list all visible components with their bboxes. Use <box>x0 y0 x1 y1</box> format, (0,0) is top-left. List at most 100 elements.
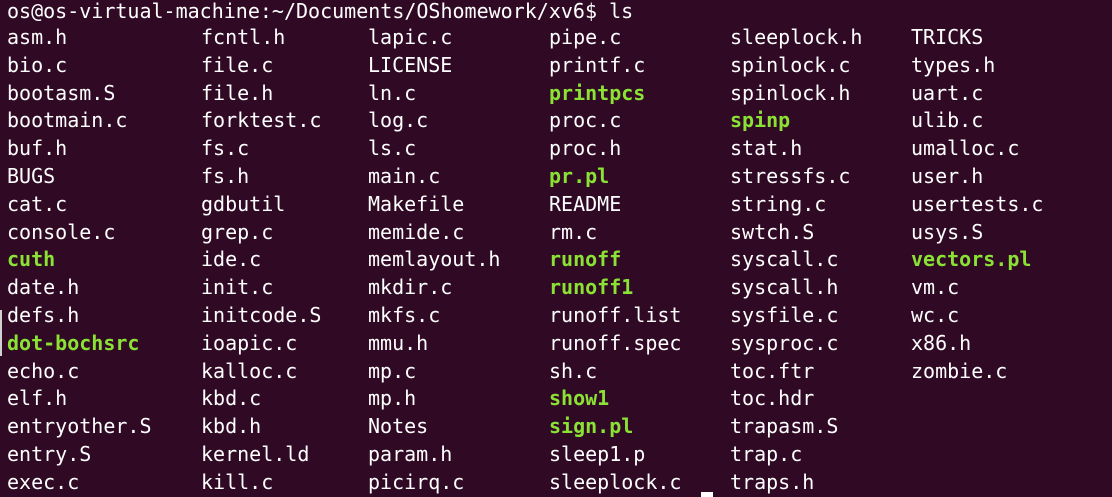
file-entry: Makefile <box>368 191 465 216</box>
file-entry: types.h <box>911 52 996 77</box>
file-entry: gdbutil <box>201 191 286 216</box>
file-entry: date.h <box>7 275 80 300</box>
file-entry: mkdir.c <box>368 275 453 300</box>
file-entry: ulib.c <box>911 108 984 133</box>
file-entry: runoff.list <box>549 302 682 327</box>
scroll-edge-marker <box>0 310 2 356</box>
file-entry: log.c <box>368 108 429 133</box>
ls-output: asm.h bio.c bootasm.S bootmain.c buf.h BUGS ca… <box>7 24 1091 497</box>
executable-file-entry: show1 <box>549 386 610 411</box>
file-entry: kalloc.c <box>201 358 298 383</box>
file-entry: file.h <box>201 80 274 105</box>
file-entry: echo.c <box>7 358 80 383</box>
file-entry: ide.c <box>201 247 262 272</box>
file-entry: fs.c <box>201 136 250 161</box>
file-entry: memide.c <box>368 219 465 244</box>
file-entry: entry.S <box>7 441 92 466</box>
file-entry: bootmain.c <box>7 108 128 133</box>
file-entry: mp.c <box>368 358 417 383</box>
typed-command: ls <box>609 0 634 23</box>
executable-file-entry: dot-bochsrc <box>7 330 140 355</box>
executable-file-entry: runoff1 <box>549 275 634 300</box>
file-entry: sh.c <box>549 358 598 383</box>
file-entry: buf.h <box>7 136 68 161</box>
file-entry: zombie.c <box>911 358 1008 383</box>
file-entry: kernel.ld <box>201 441 310 466</box>
file-entry: console.c <box>7 219 116 244</box>
file-entry: grep.c <box>201 219 274 244</box>
file-entry: vm.c <box>911 275 960 300</box>
file-entry: bootasm.S <box>7 80 116 105</box>
executable-file-entry: spinp <box>730 108 791 133</box>
executable-file-entry: printpcs <box>549 80 646 105</box>
file-entry: LICENSE <box>368 52 453 77</box>
file-entry: swtch.S <box>730 219 815 244</box>
file-entry: mp.h <box>368 386 417 411</box>
file-entry: main.c <box>368 163 441 188</box>
file-entry: x86.h <box>911 330 972 355</box>
file-entry: usertests.c <box>911 191 1044 216</box>
file-entry: fcntl.h <box>201 25 286 49</box>
file-entry: rm.c <box>549 219 598 244</box>
file-entry: kbd.h <box>201 414 262 439</box>
file-entry: elf.h <box>7 386 68 411</box>
file-entry: spinlock.h <box>730 80 851 105</box>
file-entry: printf.c <box>549 52 646 77</box>
executable-file-entry: sign.pl <box>549 414 634 439</box>
file-entry: sleep1.p <box>549 441 646 466</box>
file-entry: toc.hdr <box>730 386 815 411</box>
file-entry: trapasm.S <box>730 414 839 439</box>
file-entry: cat.c <box>7 191 68 216</box>
file-entry: bio.c <box>7 52 68 77</box>
executable-file-entry: cuth <box>7 247 56 272</box>
file-entry: pipe.c <box>549 25 622 49</box>
executable-file-entry: vectors.pl <box>911 247 1032 272</box>
text-cursor <box>701 492 713 497</box>
file-entry: asm.h <box>7 25 68 49</box>
file-entry: TRICKS <box>911 25 984 49</box>
file-entry: stat.h <box>730 136 803 161</box>
file-entry: proc.c <box>549 108 622 133</box>
file-entry: proc.h <box>549 136 622 161</box>
file-entry: exec.c <box>7 469 80 494</box>
file-entry: syscall.h <box>730 275 839 300</box>
file-entry: umalloc.c <box>911 136 1020 161</box>
file-entry: sysproc.c <box>730 330 839 355</box>
file-entry: defs.h <box>7 302 80 327</box>
file-entry: sysfile.c <box>730 302 839 327</box>
shell-prompt: os@os-virtual-machine:~/Documents/OShome… <box>7 0 598 23</box>
file-entry: forktest.c <box>201 108 322 133</box>
file-entry: kill.c <box>201 469 274 494</box>
terminal-window[interactable]: os@os-virtual-machine:~/Documents/OShome… <box>0 0 1112 497</box>
file-entry: string.c <box>730 191 827 216</box>
file-entry: user.h <box>911 163 984 188</box>
file-entry: usys.S <box>911 219 984 244</box>
file-entry: param.h <box>368 441 453 466</box>
file-entry: file.c <box>201 52 274 77</box>
file-entry: wc.c <box>911 302 960 327</box>
file-entry: sleeplock.h <box>730 25 863 49</box>
file-entry: stressfs.c <box>730 163 851 188</box>
file-entry: syscall.c <box>730 247 839 272</box>
file-entry: entryother.S <box>7 414 152 439</box>
file-entry: ln.c <box>368 80 417 105</box>
file-entry: mkfs.c <box>368 302 441 327</box>
file-entry: BUGS <box>7 163 56 188</box>
file-entry: toc.ftr <box>730 358 815 383</box>
file-entry: picirq.c <box>368 469 465 494</box>
file-entry: fs.h <box>201 163 250 188</box>
file-entry: memlayout.h <box>368 247 501 272</box>
file-entry: ls.c <box>368 136 417 161</box>
file-entry: mmu.h <box>368 330 429 355</box>
file-entry: initcode.S <box>201 302 322 327</box>
file-entry: kbd.c <box>201 386 262 411</box>
executable-file-entry: pr.pl <box>549 163 610 188</box>
file-entry: uart.c <box>911 80 984 105</box>
prompt-line: os@os-virtual-machine:~/Documents/OShome… <box>7 0 633 26</box>
file-entry: spinlock.c <box>730 52 851 77</box>
file-entry: traps.h <box>730 469 815 494</box>
executable-file-entry: runoff <box>549 247 622 272</box>
file-entry: README <box>549 191 622 216</box>
file-entry: lapic.c <box>368 25 453 49</box>
file-entry: Notes <box>368 414 429 439</box>
